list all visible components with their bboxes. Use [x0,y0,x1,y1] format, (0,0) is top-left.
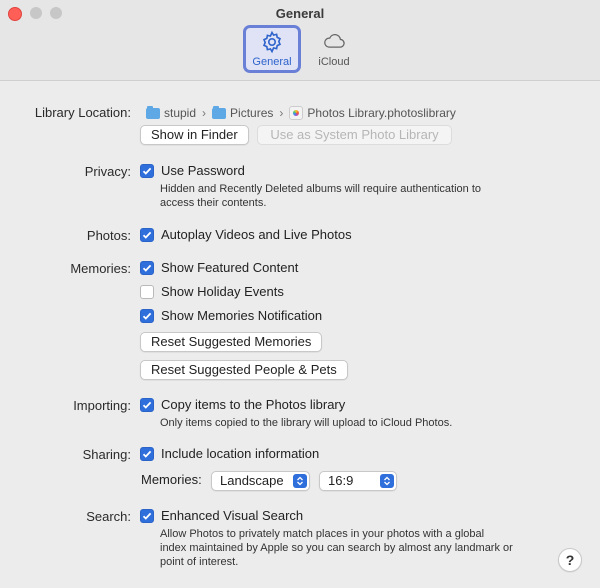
autoplay-label: Autoplay Videos and Live Photos [161,227,352,242]
chevron-right-icon: › [279,106,284,120]
photos-library-icon [289,106,304,120]
checkmark-icon [142,312,152,320]
checkbox-checked[interactable] [140,446,154,461]
include-location-checkbox[interactable]: Include location information [140,446,319,461]
checkbox-checked[interactable] [140,508,154,523]
memories-notification-label: Show Memories Notification [161,308,323,323]
copy-items-checkbox[interactable]: Copy items to the Photos library [140,397,345,412]
select-arrows-icon [380,474,394,488]
title-bar: General General iCloud [0,0,600,81]
privacy-label: Privacy: [84,164,131,179]
checkbox-checked[interactable] [140,397,154,412]
tab-general[interactable]: General [243,25,301,73]
gear-icon [262,30,282,54]
search-desc-line-3: point of interest. [160,556,239,568]
cloud-icon [324,33,345,48]
featured-content-label: Show Featured Content [161,260,299,275]
privacy-desc-line-2: access their contents. [160,197,267,209]
checkmark-icon [142,167,152,175]
search-description: Allow Photos to privately match places i… [160,527,513,569]
checkbox-checked[interactable] [140,227,154,242]
importing-label: Importing: [73,398,131,413]
autoplay-checkbox[interactable]: Autoplay Videos and Live Photos [140,227,352,242]
memories-notification-checkbox[interactable]: Show Memories Notification [140,308,322,323]
photos-label: Photos: [86,228,131,243]
featured-content-checkbox[interactable]: Show Featured Content [140,260,298,275]
aspect-ratio-value: 16:9 [328,473,354,488]
checkbox-checked[interactable] [140,308,154,323]
copy-items-label: Copy items to the Photos library [161,397,346,412]
holiday-events-label: Show Holiday Events [161,284,284,299]
tab-icloud[interactable]: iCloud [305,25,363,73]
sharing-memories-label: Memories: [141,472,202,487]
importing-description: Only items copied to the library will up… [160,417,453,429]
orientation-select[interactable]: Landscape [211,471,310,491]
reset-suggested-memories-button[interactable]: Reset Suggested Memories [140,332,323,352]
search-label: Search: [86,509,131,524]
reset-suggested-people-button[interactable]: Reset Suggested People & Pets [140,360,348,380]
search-desc-line-2: index maintained by Apple so you can sea… [160,542,513,554]
chevron-right-icon: › [202,106,207,120]
holiday-events-checkbox[interactable]: Show Holiday Events [140,284,284,299]
sharing-label: Sharing: [82,447,131,462]
search-desc-line-1: Allow Photos to privately match places i… [160,528,485,540]
library-path: stupid › Pictures › Photos Library.photo… [146,105,456,120]
use-password-label: Use Password [161,163,245,178]
enhanced-visual-search-label: Enhanced Visual Search [161,508,304,523]
use-password-checkbox[interactable]: Use Password [140,163,245,178]
show-in-finder-button[interactable]: Show in Finder [140,125,249,145]
preferences-tabs: General iCloud [243,25,363,73]
checkmark-icon [142,450,152,458]
select-arrows-icon [293,474,307,488]
tab-general-label: General [252,56,292,68]
checkmark-icon [142,231,152,239]
path-segment-pictures[interactable]: Pictures [230,106,273,120]
checkbox-checked[interactable] [140,260,154,275]
checkmark-icon [142,512,152,520]
path-segment-home[interactable]: stupid [164,106,196,120]
library-location-label: Library Location: [34,105,131,120]
folder-icon [212,105,227,119]
window-title: General [275,6,325,21]
memories-label: Memories: [70,261,131,276]
include-location-label: Include location information [161,446,320,461]
privacy-description: Hidden and Recently Deleted albums will … [160,182,481,210]
use-as-system-library-button[interactable]: Use as System Photo Library [257,125,452,145]
privacy-desc-line-1: Hidden and Recently Deleted albums will … [160,183,482,195]
folder-icon [146,105,160,119]
checkmark-icon [142,264,152,272]
checkmark-icon [142,401,152,409]
checkbox-unchecked[interactable] [140,284,154,299]
path-segment-library[interactable]: Photos Library.photoslibrary [307,106,456,120]
preferences-window: General General iCloud Library Location:… [0,0,600,588]
aspect-ratio-select[interactable]: 16:9 [319,471,397,491]
enhanced-visual-search-checkbox[interactable]: Enhanced Visual Search [140,508,303,523]
help-button[interactable]: ? [558,548,582,572]
orientation-value: Landscape [220,473,284,488]
checkbox-checked[interactable] [140,163,154,178]
tab-icloud-label: iCloud [318,56,350,68]
